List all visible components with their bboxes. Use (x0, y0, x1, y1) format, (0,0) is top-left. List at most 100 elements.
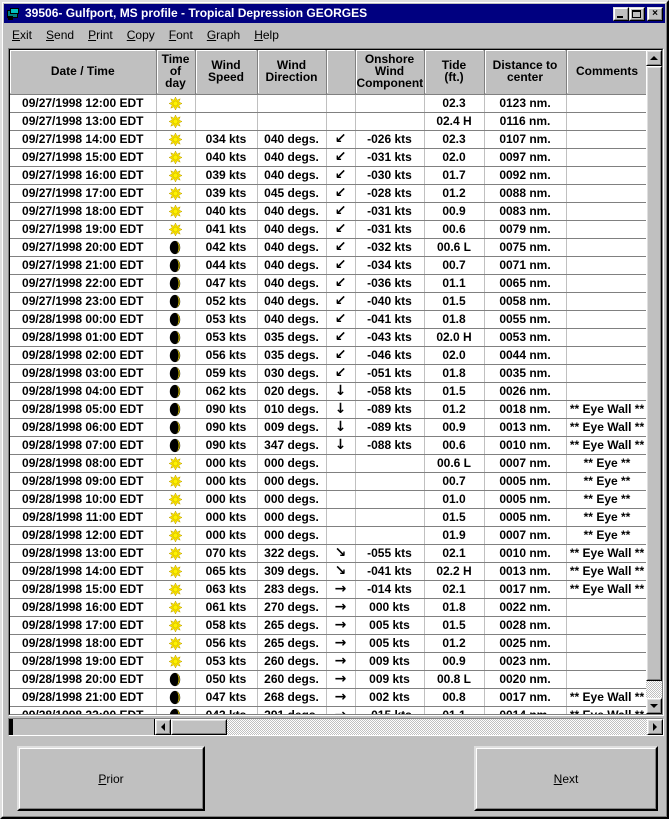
table-row[interactable]: 09/28/1998 04:00 EDT 062 kts 020 degs. ↓ -05… (10, 382, 649, 401)
table-row[interactable]: 09/27/1998 23:00 EDT 052 kts 040 degs. ↙ -04… (10, 292, 649, 311)
cell-tide: 01.8 (424, 364, 485, 383)
minimize-button[interactable] (613, 6, 629, 21)
arrow-southeast-icon: ↘ (334, 563, 347, 579)
cell-datetime: 09/28/1998 01:00 EDT (10, 328, 157, 347)
title-bar[interactable]: 39506- Gulfport, MS profile - Tropical D… (4, 4, 665, 23)
cell-time-of-day (156, 490, 196, 509)
cell-tide: 02.4 H (424, 112, 485, 131)
cell-wind-arrow (326, 94, 356, 113)
table-row[interactable]: 09/28/1998 13:00 EDT 070 kts 322 degs. ↘ -05… (10, 544, 649, 563)
next-button[interactable]: Next (474, 746, 658, 811)
column-header-onshore-wind-component[interactable]: Onshore Wind Component (355, 50, 425, 95)
column-header-datetime[interactable]: Date / Time (10, 50, 157, 95)
cell-datetime: 09/28/1998 09:00 EDT (10, 472, 157, 491)
table-row[interactable]: 09/28/1998 00:00 EDT 053 kts 040 degs. ↙ -04… (10, 310, 649, 329)
table-row[interactable]: 09/27/1998 18:00 EDT 040 kts 040 degs. ↙ -03… (10, 202, 649, 221)
prior-button[interactable]: Prior (17, 746, 205, 811)
table-row[interactable]: 09/28/1998 18:00 EDT 056 kts 265 degs. → 005… (10, 634, 649, 653)
horizontal-scroll-thumb[interactable] (171, 719, 227, 735)
table-row[interactable]: 09/28/1998 19:00 EDT 053 kts 260 degs. → 009… (10, 652, 649, 671)
table-row[interactable]: 09/28/1998 14:00 EDT 065 kts 309 degs. ↘ -04… (10, 562, 649, 581)
vertical-scroll-track[interactable] (646, 66, 662, 698)
menu-item-exit[interactable]: Exit (5, 27, 39, 43)
menu-item-print[interactable]: Print (81, 27, 120, 43)
cell-onshore-wind-component: -031 kts (355, 202, 425, 221)
table-row[interactable]: 09/28/1998 07:00 EDT 090 kts 347 degs. ↓ -08… (10, 436, 649, 455)
scroll-left-button[interactable] (155, 719, 171, 735)
cell-wind-direction: 347 degs. (257, 436, 327, 455)
cell-time-of-day (156, 238, 196, 257)
maximize-button[interactable] (629, 6, 645, 21)
table-row[interactable]: 09/28/1998 15:00 EDT 063 kts 283 degs. → -01… (10, 580, 649, 599)
cell-wind-arrow: ↙ (326, 292, 356, 311)
table-row[interactable]: 09/28/1998 20:00 EDT 050 kts 260 degs. → 009… (10, 670, 649, 689)
cell-tide: 02.0 H (424, 328, 485, 347)
menu-item-send[interactable]: Send (39, 27, 81, 43)
menu-bar: Exit Send Print Copy Font Graph Help (5, 25, 664, 44)
table-row[interactable]: 09/27/1998 12:00 EDT 02.3 0123 nm. (10, 94, 649, 113)
cell-wind-direction: 040 degs. (257, 148, 327, 167)
column-header-comments[interactable]: Comments (566, 50, 649, 95)
table-row[interactable]: 09/28/1998 10:00 EDT 000 kts 000 degs. 01.0… (10, 490, 649, 509)
cell-comments: ** Eye Wall ** (566, 544, 649, 563)
scroll-up-button[interactable] (646, 50, 662, 66)
table-row[interactable]: 09/27/1998 21:00 EDT 044 kts 040 degs. ↙ -03… (10, 256, 649, 275)
table-row[interactable]: 09/27/1998 16:00 EDT 039 kts 040 degs. ↙ -03… (10, 166, 649, 185)
cell-wind-speed: 090 kts (195, 436, 258, 455)
menu-item-font[interactable]: Font (162, 27, 200, 43)
cell-comments (566, 166, 649, 185)
cell-comments (566, 256, 649, 275)
cell-onshore-wind-component: -089 kts (355, 400, 425, 419)
table-row[interactable]: 09/28/1998 09:00 EDT 000 kts 000 degs. 00.7… (10, 472, 649, 491)
table-row[interactable]: 09/28/1998 21:00 EDT 047 kts 268 degs. → 002… (10, 688, 649, 707)
horizontal-scroll-track[interactable] (155, 719, 647, 735)
table-row[interactable]: 09/28/1998 02:00 EDT 056 kts 035 degs. ↙ -04… (10, 346, 649, 365)
table-row[interactable]: 09/27/1998 19:00 EDT 041 kts 040 degs. ↙ -03… (10, 220, 649, 239)
cell-time-of-day (156, 508, 196, 527)
arrow-east-icon: → (334, 617, 347, 633)
cell-onshore-wind-component: -058 kts (355, 382, 425, 401)
table-row[interactable]: 09/28/1998 12:00 EDT 000 kts 000 degs. 01.9… (10, 526, 649, 545)
cell-wind-arrow: ↘ (326, 544, 356, 563)
cell-comments (566, 184, 649, 203)
horizontal-scrollbar[interactable] (8, 718, 664, 736)
table-row[interactable]: 09/28/1998 08:00 EDT 000 kts 000 degs. 00.6… (10, 454, 649, 473)
vertical-scroll-thumb[interactable] (646, 66, 662, 681)
cell-tide: 01.9 (424, 526, 485, 545)
column-header-distance-to-center[interactable]: Distance to center (484, 50, 567, 95)
cell-tide: 01.0 (424, 490, 485, 509)
table-row[interactable]: 09/27/1998 22:00 EDT 047 kts 040 degs. ↙ -03… (10, 274, 649, 293)
table-row[interactable]: 09/28/1998 11:00 EDT 000 kts 000 degs. 01.5… (10, 508, 649, 527)
vertical-scrollbar[interactable] (646, 50, 662, 714)
column-header-time-of-day[interactable]: Time of day (156, 50, 196, 95)
table-row[interactable]: 09/27/1998 14:00 EDT 034 kts 040 degs. ↙ -02… (10, 130, 649, 149)
table-row[interactable]: 09/28/1998 06:00 EDT 090 kts 009 degs. ↓ -08… (10, 418, 649, 437)
close-button[interactable]: × (647, 6, 663, 21)
column-header-wind-speed[interactable]: Wind Speed (195, 50, 258, 95)
table-row[interactable]: 09/27/1998 17:00 EDT 039 kts 045 degs. ↙ -02… (10, 184, 649, 203)
column-header-tide[interactable]: Tide (ft.) (424, 50, 485, 95)
table-row[interactable]: 09/28/1998 01:00 EDT 053 kts 035 degs. ↙ -04… (10, 328, 649, 347)
cell-comments (566, 112, 649, 131)
column-header-wind-direction[interactable]: Wind Direction (257, 50, 327, 95)
cell-wind-speed: 039 kts (195, 166, 258, 185)
scroll-right-button[interactable] (647, 719, 663, 735)
table-row[interactable]: 09/27/1998 15:00 EDT 040 kts 040 degs. ↙ -03… (10, 148, 649, 167)
column-header-arrow[interactable] (326, 50, 356, 95)
table-row[interactable]: 09/27/1998 20:00 EDT 042 kts 040 degs. ↙ -03… (10, 238, 649, 257)
menu-item-help[interactable]: Help (247, 27, 286, 43)
table-row[interactable]: 09/28/1998 17:00 EDT 058 kts 265 degs. → 005… (10, 616, 649, 635)
scroll-down-button[interactable] (646, 698, 662, 714)
app-icon (6, 7, 21, 21)
table-row[interactable]: 09/28/1998 05:00 EDT 090 kts 010 degs. ↓ -08… (10, 400, 649, 419)
menu-item-graph[interactable]: Graph (200, 27, 247, 43)
table-row[interactable]: 09/27/1998 13:00 EDT 02.4 H 0116 nm. (10, 112, 649, 131)
cell-distance-to-center: 0025 nm. (484, 634, 567, 653)
table-row[interactable]: 09/28/1998 16:00 EDT 061 kts 270 degs. → 000… (10, 598, 649, 617)
table-row[interactable]: 09/28/1998 22:00 EDT 043 kts 291 degs. → -01… (10, 706, 649, 714)
cell-datetime: 09/28/1998 05:00 EDT (10, 400, 157, 419)
cell-wind-speed: 042 kts (195, 238, 258, 257)
table-row[interactable]: 09/28/1998 03:00 EDT 059 kts 030 degs. ↙ -05… (10, 364, 649, 383)
menu-item-copy[interactable]: Copy (120, 27, 162, 43)
cell-onshore-wind-component: -031 kts (355, 148, 425, 167)
